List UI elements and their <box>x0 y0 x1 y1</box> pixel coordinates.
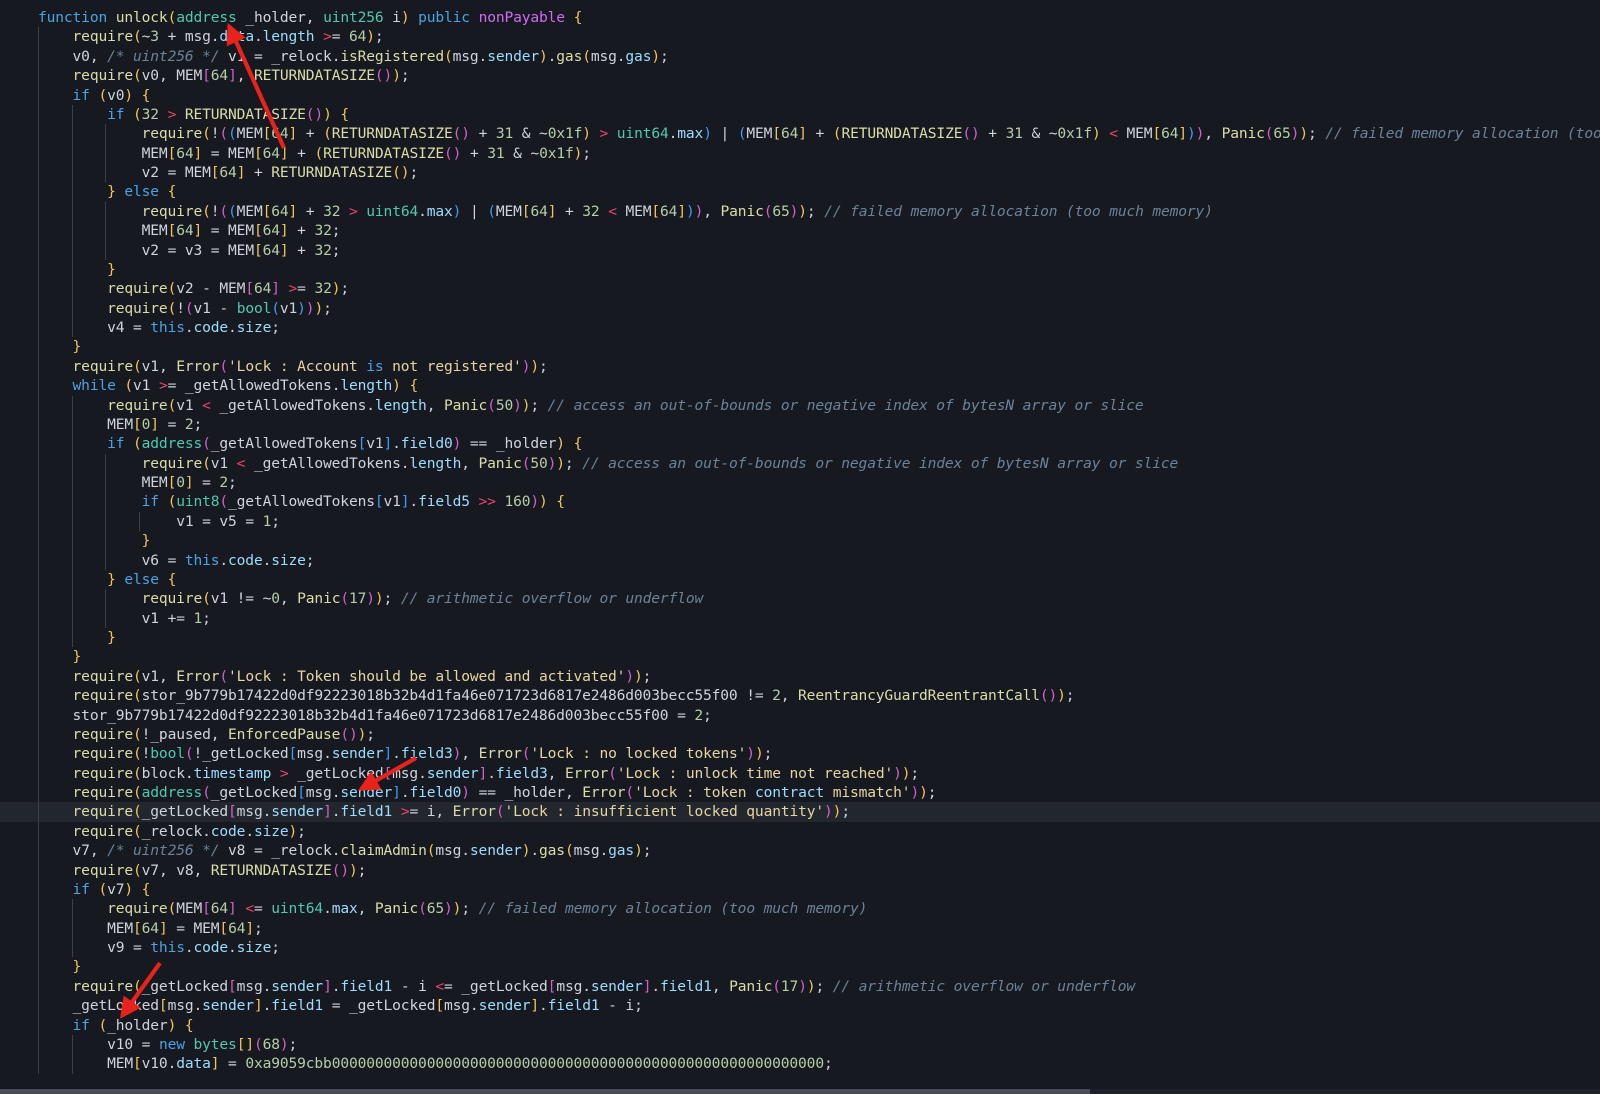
code-line[interactable]: require(!_paused, EnforcedPause()); <box>0 725 1600 744</box>
code-line[interactable]: } else { <box>0 570 1600 589</box>
code-line[interactable]: } <box>0 260 1600 279</box>
code-line[interactable]: v2 = MEM[64] + RETURNDATASIZE(); <box>0 163 1600 182</box>
code-line-current[interactable]: require(_getLocked[msg.sender].field1 >=… <box>0 802 1600 821</box>
code-line[interactable]: v1 += 1; <box>0 609 1600 628</box>
code-line[interactable]: stor_9b779b17422d0df92223018b32b4d1fa46e… <box>0 706 1600 725</box>
code-line[interactable]: require(~3 + msg.data.length >= 64); <box>0 27 1600 46</box>
code-line[interactable]: require(!bool(!_getLocked[msg.sender].fi… <box>0 744 1600 763</box>
code-line[interactable]: require(v1 != ~0, Panic(17)); // arithme… <box>0 589 1600 608</box>
code-line[interactable]: v7, /* uint256 */ v8 = _relock.claimAdmi… <box>0 841 1600 860</box>
code-line[interactable]: v9 = this.code.size; <box>0 938 1600 957</box>
code-line[interactable]: require(address(_getLocked[msg.sender].f… <box>0 783 1600 802</box>
code-line[interactable]: require(_getLocked[msg.sender].field1 - … <box>0 977 1600 996</box>
code-line[interactable]: MEM[0] = 2; <box>0 473 1600 492</box>
code-line[interactable]: require(v0, MEM[64], RETURNDATASIZE()); <box>0 66 1600 85</box>
code-line[interactable]: v2 = v3 = MEM[64] + 32; <box>0 241 1600 260</box>
code-line[interactable]: MEM[64] = MEM[64]; <box>0 919 1600 938</box>
code-line[interactable]: if (address(_getAllowedTokens[v1].field0… <box>0 434 1600 453</box>
code-line[interactable]: require(!((MEM[64] + (RETURNDATASIZE() +… <box>0 124 1600 143</box>
code-line[interactable]: require(_relock.code.size); <box>0 822 1600 841</box>
code-line[interactable]: v1 = v5 = 1; <box>0 512 1600 531</box>
code-line[interactable]: } <box>0 337 1600 356</box>
code-line[interactable]: require(v1 < _getAllowedTokens.length, P… <box>0 454 1600 473</box>
code-line[interactable]: MEM[64] = MEM[64] + 32; <box>0 221 1600 240</box>
code-line[interactable]: require(v1, Error('Lock : Account is not… <box>0 357 1600 376</box>
horizontal-scrollbar[interactable] <box>0 1089 1600 1094</box>
code-line[interactable]: MEM[64] = MEM[64] + (RETURNDATASIZE() + … <box>0 144 1600 163</box>
code-line[interactable]: _getLocked[msg.sender].field1 = _getLock… <box>0 996 1600 1015</box>
code-line[interactable]: require(v1, Error('Lock : Token should b… <box>0 667 1600 686</box>
code-line[interactable]: MEM[v10.data] = 0xa9059cbb00000000000000… <box>0 1054 1600 1073</box>
code-line[interactable]: v10 = new bytes[](68); <box>0 1035 1600 1054</box>
code-line[interactable]: } <box>0 647 1600 666</box>
code-line[interactable]: v6 = this.code.size; <box>0 551 1600 570</box>
code-editor[interactable]: function unlock(address _holder, uint256… <box>0 0 1600 1094</box>
code-line[interactable]: require(block.timestamp > _getLocked[msg… <box>0 764 1600 783</box>
code-line[interactable]: require(v2 - MEM[64] >= 32); <box>0 279 1600 298</box>
code-line[interactable]: require(stor_9b779b17422d0df92223018b32b… <box>0 686 1600 705</box>
code-line[interactable]: if (_holder) { <box>0 1016 1600 1035</box>
code-line[interactable]: require(MEM[64] <= uint64.max, Panic(65)… <box>0 899 1600 918</box>
code-line[interactable]: if (v0) { <box>0 86 1600 105</box>
horizontal-scrollbar-thumb[interactable] <box>0 1089 1090 1094</box>
code-line[interactable]: if (v7) { <box>0 880 1600 899</box>
code-line[interactable]: require(!(v1 - bool(v1))); <box>0 299 1600 318</box>
code-line[interactable]: } <box>0 531 1600 550</box>
code-line[interactable]: } <box>0 628 1600 647</box>
code-line[interactable]: require(v7, v8, RETURNDATASIZE()); <box>0 861 1600 880</box>
code-line[interactable]: } <box>0 957 1600 976</box>
code-line[interactable]: if (uint8(_getAllowedTokens[v1].field5 >… <box>0 492 1600 511</box>
code-line[interactable]: } else { <box>0 182 1600 201</box>
code-line[interactable]: while (v1 >= _getAllowedTokens.length) { <box>0 376 1600 395</box>
code-line[interactable]: MEM[0] = 2; <box>0 415 1600 434</box>
code-line[interactable]: function unlock(address _holder, uint256… <box>0 8 1600 27</box>
code-surface[interactable]: function unlock(address _holder, uint256… <box>0 0 1600 1074</box>
code-line[interactable]: v4 = this.code.size; <box>0 318 1600 337</box>
code-line[interactable]: require(!((MEM[64] + 32 > uint64.max) | … <box>0 202 1600 221</box>
code-line[interactable]: if (32 > RETURNDATASIZE()) { <box>0 105 1600 124</box>
code-line[interactable]: v0, /* uint256 */ v1 = _relock.isRegiste… <box>0 47 1600 66</box>
code-line[interactable]: require(v1 < _getAllowedTokens.length, P… <box>0 396 1600 415</box>
